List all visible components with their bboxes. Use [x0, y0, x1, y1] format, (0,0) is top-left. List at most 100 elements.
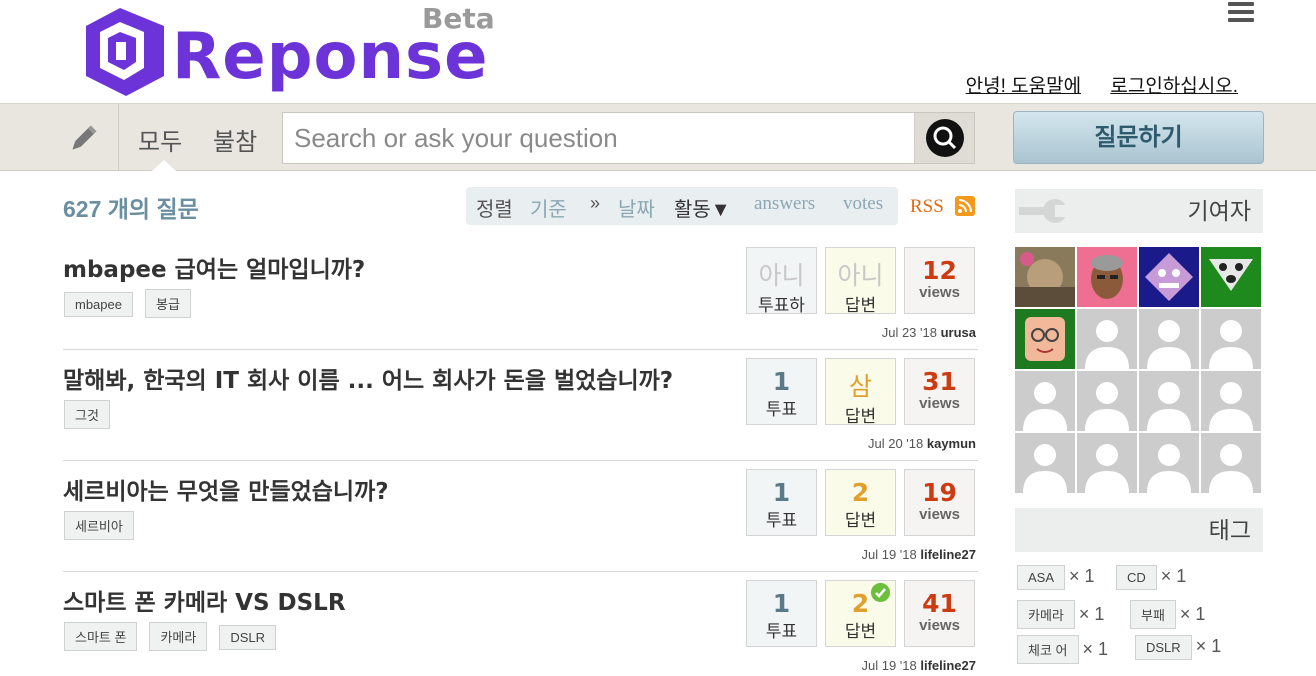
avatar[interactable] — [1077, 247, 1137, 307]
tag[interactable]: DSLR — [1135, 635, 1192, 660]
tag[interactable]: 카메라 — [149, 622, 208, 651]
avatar[interactable] — [1201, 371, 1261, 431]
search-input[interactable] — [283, 113, 913, 163]
avatar[interactable] — [1077, 433, 1137, 493]
question-meta: Jul 19 '18 lifeline27 — [861, 658, 976, 673]
avatar[interactable] — [1201, 309, 1261, 369]
ask-question-button[interactable]: 질문하기 — [1013, 111, 1264, 164]
views-label: views — [919, 506, 960, 523]
question-author[interactable]: lifeline27 — [920, 547, 976, 562]
search-button[interactable] — [914, 113, 974, 163]
sort-date[interactable]: 날짜 — [618, 193, 655, 222]
tag[interactable]: 부패 — [1130, 600, 1176, 629]
question-count: 627 개의 질문 — [63, 196, 199, 222]
answers-count: 2 — [851, 478, 870, 507]
hamburger-icon[interactable] — [1228, 2, 1254, 24]
rss-icon[interactable] — [955, 196, 975, 216]
logo-beta-badge: Beta — [422, 2, 495, 35]
tag[interactable]: mbapee — [64, 292, 133, 317]
votes-count: 1 — [772, 589, 791, 618]
avatar[interactable] — [1015, 309, 1075, 369]
tab-unanswered[interactable]: 불참 — [213, 122, 257, 157]
votes-label: 투표 — [765, 622, 798, 641]
question-date: Jul 19 '18 — [861, 547, 917, 562]
views-count: 41 — [922, 589, 957, 618]
tag[interactable]: DSLR — [219, 625, 277, 650]
search-box — [282, 112, 975, 164]
tag-cloud-item: 체코 어 × 1 — [1017, 635, 1126, 664]
views-count: 19 — [922, 478, 957, 507]
contributors-title: 기여자 — [1187, 198, 1251, 224]
question-title[interactable]: mbapee 급여는 얼마입니까? — [63, 250, 365, 284]
avatar[interactable] — [1201, 433, 1261, 493]
question-author[interactable]: urusa — [941, 325, 976, 340]
question-tags: 세르비아 — [64, 511, 146, 540]
answers-counter: 2 답변 — [825, 580, 896, 647]
views-label: views — [919, 617, 960, 634]
question-author[interactable]: kaymun — [927, 436, 976, 451]
views-counter: 31 views — [904, 358, 975, 425]
sort-bar: 정렬 기준 » 날짜 활동▼ answers votes — [466, 187, 898, 225]
help-link[interactable]: 안녕! 도움말에 — [966, 76, 1081, 97]
avatar[interactable] — [1139, 371, 1199, 431]
logo-cube-icon — [86, 8, 164, 96]
question-meta: Jul 19 '18 lifeline27 — [861, 547, 976, 562]
tag[interactable]: ASA — [1017, 565, 1066, 590]
question-tags: 스마트 폰 카메라 DSLR — [64, 622, 288, 651]
answers-count: 아니 — [837, 261, 884, 290]
contributors-header: 기여자 — [1015, 189, 1263, 233]
question-author[interactable]: lifeline27 — [920, 658, 976, 673]
avatar[interactable] — [1139, 247, 1199, 307]
avatar[interactable] — [1015, 371, 1075, 431]
question-title[interactable]: 말해봐, 한국의 IT 회사 이름 ... 어느 회사가 돈을 벌었습니까? — [63, 361, 673, 395]
tags-title: 태그 — [1208, 517, 1251, 543]
question-item: 스마트 폰 카메라 VS DSLR 스마트 폰 카메라 DSLR 1 투표 2 답변… — [63, 572, 978, 676]
question-meta: Jul 23 '18 urusa — [882, 325, 976, 340]
tag[interactable]: 그것 — [64, 400, 110, 429]
tag[interactable]: 봉급 — [144, 289, 191, 318]
question-title[interactable]: 스마트 폰 카메라 VS DSLR — [63, 583, 346, 617]
avatar[interactable] — [1139, 433, 1199, 493]
votes-count: 1 — [772, 367, 791, 396]
votes-label: 투표 — [765, 511, 798, 530]
tags-header: 태그 — [1015, 508, 1263, 552]
avatar[interactable] — [1015, 247, 1075, 307]
tag[interactable]: 스마트 폰 — [64, 622, 138, 651]
pencil-icon[interactable] — [66, 122, 100, 156]
tag[interactable]: 카메라 — [1017, 600, 1075, 629]
active-tab-indicator — [152, 160, 176, 171]
question-title[interactable]: 세르비아는 무엇을 만들었습니까? — [63, 472, 389, 506]
answers-counter: 삼 답변 — [825, 358, 896, 426]
avatar[interactable] — [1139, 309, 1199, 369]
tab-all[interactable]: 모두 — [138, 122, 182, 157]
sort-answers[interactable]: answers — [754, 193, 815, 215]
sort-votes[interactable]: votes — [843, 193, 883, 215]
sort-activity[interactable]: 활동▼ — [674, 193, 731, 222]
tag[interactable]: 세르비아 — [64, 511, 134, 540]
votes-counter: 1 투표 — [746, 469, 817, 536]
sort-separator: » — [590, 193, 601, 213]
tag-cloud-item: CD × 1 — [1116, 565, 1204, 590]
tag-count: × 1 — [1078, 604, 1105, 624]
question-item: 세르비아는 무엇을 만들었습니까? 세르비아 1 투표 2 답변 19 view… — [63, 461, 978, 572]
avatar[interactable] — [1077, 309, 1137, 369]
rss-link[interactable]: RSS — [910, 196, 944, 218]
sort-label: 정렬 — [476, 199, 513, 221]
site-header: Reponse Beta 안녕! 도움말에 로그인하십시오. — [0, 0, 1316, 103]
answers-label: 답변 — [844, 511, 877, 530]
accepted-answer-icon — [871, 583, 890, 602]
tag-cloud-item: DSLR × 1 — [1135, 635, 1239, 660]
avatar[interactable] — [1077, 371, 1137, 431]
site-logo[interactable]: Reponse Beta — [80, 2, 510, 100]
login-link[interactable]: 로그인하십시오. — [1110, 76, 1238, 97]
votes-count: 아니 — [758, 261, 805, 290]
votes-counter: 1 투표 — [746, 358, 817, 425]
question-tags: 그것 — [64, 400, 122, 429]
search-icon — [926, 119, 964, 157]
question-date: Jul 20 '18 — [867, 436, 924, 451]
avatar[interactable] — [1015, 433, 1075, 493]
views-counter: 12 views — [904, 247, 975, 314]
avatar[interactable] — [1201, 247, 1261, 307]
tag[interactable]: CD — [1116, 565, 1157, 590]
tag[interactable]: 체코 어 — [1017, 635, 1079, 664]
